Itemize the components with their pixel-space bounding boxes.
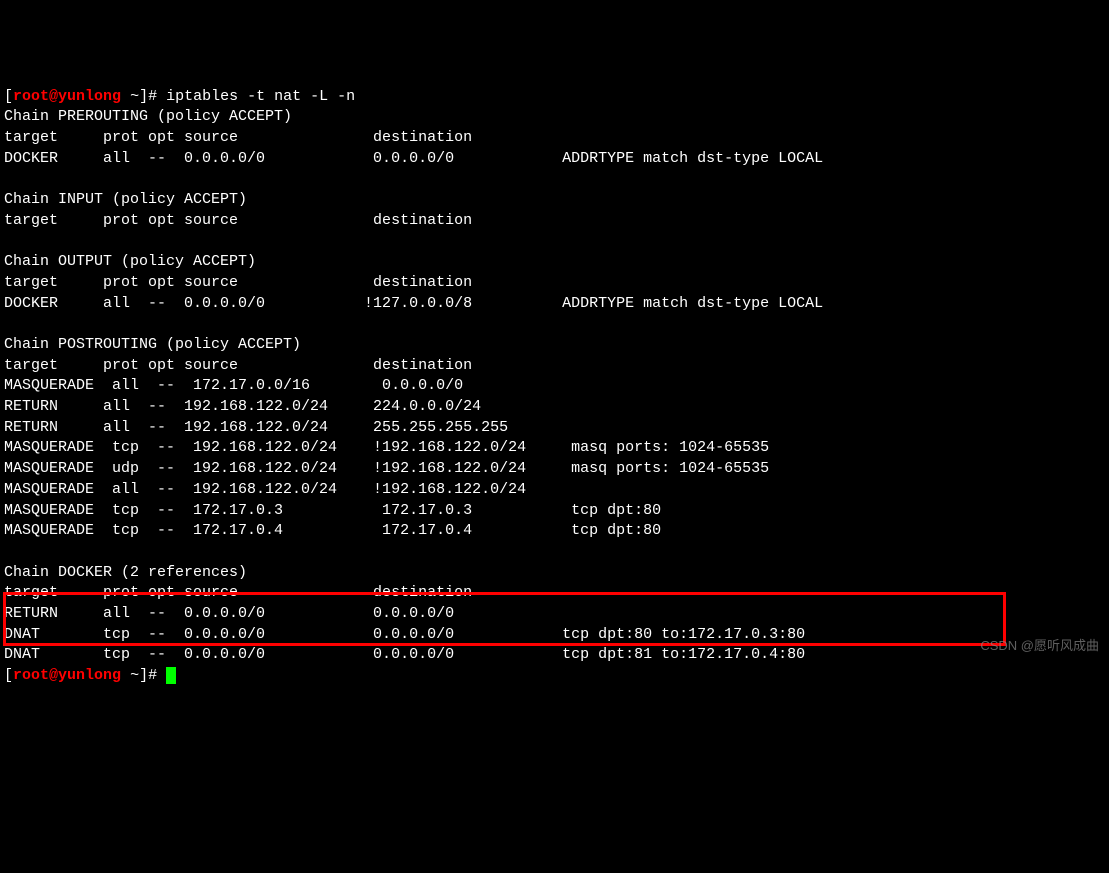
chain-docker-row-0: RETURN all -- 0.0.0.0/0 0.0.0.0/0 <box>4 605 553 622</box>
chain-postrouting-row-0: MASQUERADE all -- 172.17.0.0/16 0.0.0.0/… <box>4 377 562 394</box>
terminal-output: [root@yunlong ~]# iptables -t nat -L -n … <box>4 87 1105 687</box>
chain-postrouting-row-6: MASQUERADE tcp -- 172.17.0.3 172.17.0.3 … <box>4 502 661 519</box>
chain-input-header: Chain INPUT (policy ACCEPT) <box>4 191 247 208</box>
chain-prerouting-cols: target prot opt source destination <box>4 129 553 146</box>
prompt-at-2: @ <box>49 667 58 684</box>
prompt-host-2: yunlong <box>58 667 121 684</box>
prompt-bracket-close-2: ] <box>139 667 148 684</box>
prompt-hash-2: # <box>148 667 166 684</box>
chain-output-cols: target prot opt source destination <box>4 274 553 291</box>
chain-output-header: Chain OUTPUT (policy ACCEPT) <box>4 253 256 270</box>
chain-postrouting-row-2: RETURN all -- 192.168.122.0/24 255.255.2… <box>4 419 553 436</box>
chain-postrouting-row-1: RETURN all -- 192.168.122.0/24 224.0.0.0… <box>4 398 553 415</box>
chain-docker-row-1: DNAT tcp -- 0.0.0.0/0 0.0.0.0/0 tcp dpt:… <box>4 626 805 643</box>
chain-postrouting-row-4: MASQUERADE udp -- 192.168.122.0/24 !192.… <box>4 460 769 477</box>
prompt-user: root <box>13 88 49 105</box>
chain-postrouting-row-7: MASQUERADE tcp -- 172.17.0.4 172.17.0.4 … <box>4 522 661 539</box>
prompt-host: yunlong <box>58 88 121 105</box>
prompt-user-2: root <box>13 667 49 684</box>
chain-prerouting-row-0: DOCKER all -- 0.0.0.0/0 0.0.0.0/0 ADDRTY… <box>4 150 823 167</box>
cursor-icon[interactable] <box>166 667 176 684</box>
prompt-tilde-2: ~ <box>121 667 139 684</box>
chain-docker-header: Chain DOCKER (2 references) <box>4 564 247 581</box>
chain-postrouting-header: Chain POSTROUTING (policy ACCEPT) <box>4 336 301 353</box>
command-1: iptables -t nat -L -n <box>166 88 355 105</box>
chain-docker-cols: target prot opt source destination <box>4 584 553 601</box>
chain-input-cols: target prot opt source destination <box>4 212 553 229</box>
chain-postrouting-cols: target prot opt source destination <box>4 357 553 374</box>
chain-prerouting-header: Chain PREROUTING (policy ACCEPT) <box>4 108 292 125</box>
chain-output-row-0: DOCKER all -- 0.0.0.0/0 !127.0.0.0/8 ADD… <box>4 295 823 312</box>
prompt-bracket-open-2: [ <box>4 667 13 684</box>
prompt-tilde: ~ <box>121 88 139 105</box>
chain-postrouting-row-3: MASQUERADE tcp -- 192.168.122.0/24 !192.… <box>4 439 769 456</box>
prompt-bracket-close: ] <box>139 88 148 105</box>
prompt-bracket-open: [ <box>4 88 13 105</box>
prompt-at: @ <box>49 88 58 105</box>
watermark: CSDN @愿听风成曲 <box>980 637 1099 655</box>
chain-postrouting-row-5: MASQUERADE all -- 192.168.122.0/24 !192.… <box>4 481 562 498</box>
prompt-hash: # <box>148 88 166 105</box>
